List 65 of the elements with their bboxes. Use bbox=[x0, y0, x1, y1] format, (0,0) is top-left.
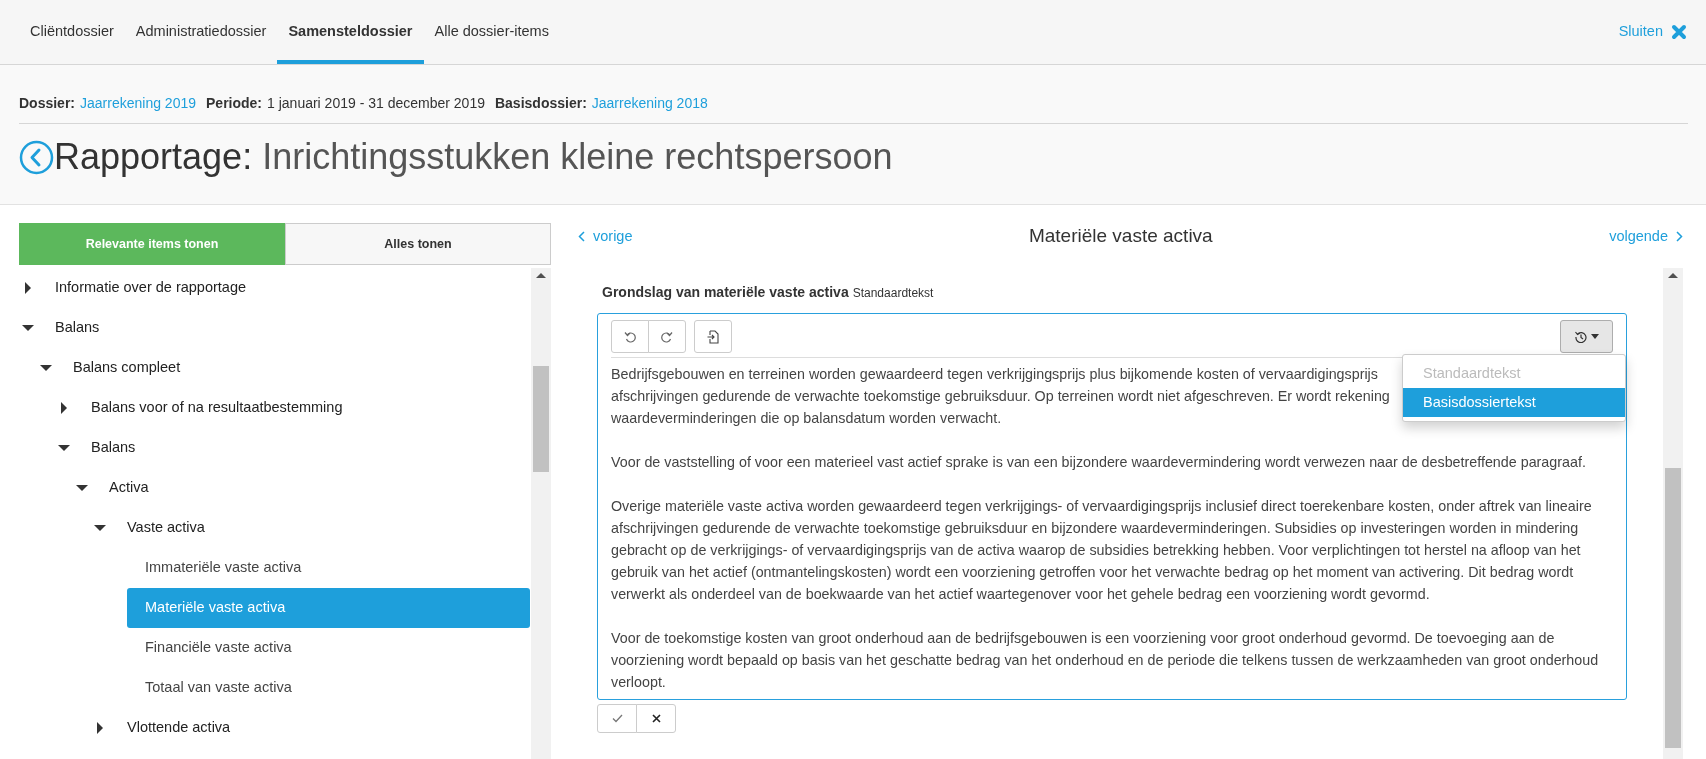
tree-item[interactable]: Balans bbox=[37, 308, 530, 348]
field-source: Standaardtekst bbox=[852, 285, 934, 302]
tree-item[interactable]: Vaste activa bbox=[109, 508, 530, 548]
text-line: Voor de toekomstige kosten van groot onderhoud aan de bedrijfsgebouwen is een voorziening voor groot onderhoud gevormd. De toevoeging aan de bbox=[611, 629, 1555, 648]
back-icon[interactable] bbox=[19, 139, 54, 175]
tree-item[interactable]: Immateriële vaste activa bbox=[127, 548, 530, 588]
text-line: gebruik van het actief (ontmantelingskosten) wordt een voorziening getroffen voor het verwachte bedrag op het moment van activering. Dit bedrag wordt bbox=[611, 563, 1574, 582]
undo-button[interactable] bbox=[611, 320, 649, 353]
scrollbar-thumb[interactable] bbox=[533, 366, 549, 472]
text-line: verloopt. bbox=[611, 673, 666, 692]
paste-button[interactable] bbox=[694, 320, 732, 353]
scrollbar-thumb[interactable] bbox=[1665, 468, 1681, 748]
tree-item[interactable]: Balans compleet bbox=[55, 348, 530, 388]
meta-value: 1 januari 2019 - 31 december 2019 bbox=[267, 94, 485, 113]
caret-right-icon[interactable] bbox=[59, 402, 69, 414]
cancel-button[interactable] bbox=[636, 704, 676, 733]
redo-icon bbox=[661, 330, 673, 343]
chevron-left-icon bbox=[578, 231, 585, 242]
caret-right-icon[interactable] bbox=[23, 282, 33, 294]
tree-item[interactable]: Activa bbox=[91, 468, 530, 508]
tree-item[interactable]: Vlottende activa bbox=[109, 708, 530, 748]
section-heading: Materiële vaste activa bbox=[1028, 224, 1213, 249]
text-line: gebracht op de verkrijgings- of vervaardigingsprijs van de activa waarop de subsidies betrekking hebben. Voor verplichtingen tot herstel na afloop van het bbox=[611, 541, 1581, 560]
chevron-right-icon bbox=[1676, 231, 1683, 242]
undo-icon bbox=[624, 330, 636, 343]
text-line: afschrijvingen gedurende de verwachte toekomstige gebruiksduur. Op terreinen wordt niet afgeschreven. Er wordt rekening bbox=[611, 387, 1390, 406]
tree-item[interactable]: Balans bbox=[73, 428, 530, 468]
filter-toggle[interactable]: Alles tonen bbox=[285, 223, 551, 265]
caret-down-icon[interactable] bbox=[58, 444, 70, 452]
text-line: Voor de vaststelling of voor een materieel vast actief sprake is van een bijzondere waardevermindering wordt verwezen naar de desbetreffende paragraaf. bbox=[611, 453, 1586, 472]
tree-item[interactable]: Balans voor of na resultaatbestemming bbox=[73, 388, 530, 428]
check-icon bbox=[611, 714, 623, 723]
text-editor[interactable] bbox=[597, 313, 1627, 700]
nav-tab[interactable]: Administratiedossier bbox=[124, 0, 278, 64]
caret-down-icon[interactable] bbox=[22, 324, 34, 332]
history-icon bbox=[1574, 330, 1587, 343]
close-icon bbox=[651, 714, 661, 723]
nav-tab[interactable]: Alle dossier-items bbox=[423, 0, 560, 64]
caret-down-icon[interactable] bbox=[40, 364, 52, 372]
meta-label: Basisdossier: bbox=[494, 94, 587, 113]
scrollbar[interactable] bbox=[531, 268, 551, 759]
nav-tab[interactable]: Cliëntdossier bbox=[19, 0, 125, 64]
text-line: verwerkt als onderdeel van de boekwaarde van het actief waartegenover voor het gehele bedrag een voorziening wordt gevormd. bbox=[611, 585, 1430, 604]
field-title: Grondslag van materiële vaste activa bbox=[601, 283, 849, 302]
caret-down-icon bbox=[1590, 334, 1599, 339]
scrollbar[interactable] bbox=[1663, 268, 1683, 759]
tree-item[interactable]: Informatie over de rapportage bbox=[37, 268, 530, 308]
text-line: afschrijvingen gedurende de verwachte toekomstige gebruiksduur en bijzondere waardeverminderingen. Subsidies op investeringen worden in mindering bbox=[611, 519, 1579, 538]
caret-down-icon[interactable] bbox=[94, 524, 106, 532]
text-line: Bedrijfsgebouwen en terreinen worden gewaardeerd tegen verkrijgingsprijs plus bijkomende kosten of vervaardigingsprijs bbox=[611, 365, 1378, 384]
page-title-prefix: Rapportage: bbox=[54, 135, 253, 179]
document-icon bbox=[707, 329, 719, 344]
caret-right-icon[interactable] bbox=[95, 722, 105, 734]
redo-button[interactable] bbox=[648, 320, 686, 353]
meta-label: Dossier: bbox=[19, 94, 76, 113]
tree-item[interactable]: Totaal van vaste activa bbox=[127, 668, 530, 708]
text-line: voorziening wordt bepaald op basis van het geschatte bedrag van het onderhoud en de periode die telkens tussen de werkzaamheden van groot onderhoud bbox=[611, 651, 1599, 670]
text-line: Overige materiële vaste activa worden gewaardeerd tegen verkrijgings- of vervaardigingsprijs inclusief direct toerekenbare kosten, onder aftrek van lineaire bbox=[611, 497, 1592, 516]
close-icon bbox=[1671, 24, 1687, 40]
tree-item[interactable]: Financiële vaste activa bbox=[127, 628, 530, 668]
page-title: Inrichtingsstukken kleine rechtspersoon bbox=[262, 135, 893, 179]
caret-down-icon[interactable] bbox=[76, 484, 88, 492]
text-line: waardeverminderingen die op balansdatum worden verwacht. bbox=[611, 409, 1002, 428]
meta-label: Periode: bbox=[206, 94, 263, 113]
history-button[interactable] bbox=[1560, 320, 1613, 353]
